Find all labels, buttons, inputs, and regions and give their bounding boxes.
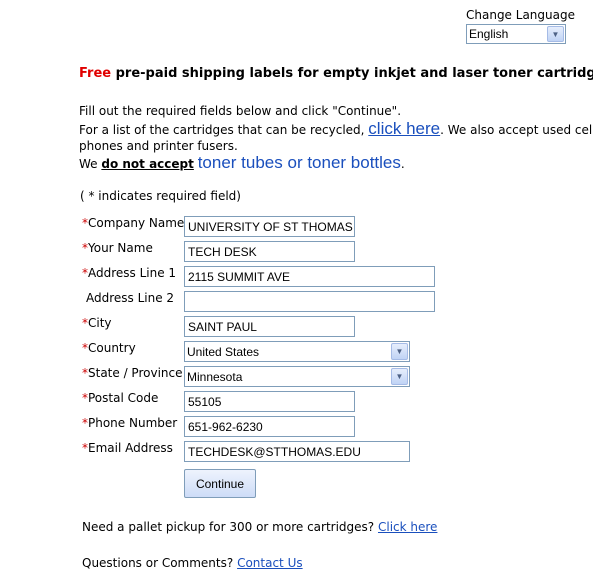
not-accepted-line: We do not accept toner tubes or toner bo… [79, 153, 405, 173]
chevron-down-icon[interactable]: ▼ [547, 26, 564, 42]
cartridge-list-link[interactable]: click here [368, 119, 440, 138]
country-select[interactable]: United States ▼ [184, 341, 410, 362]
chevron-down-icon[interactable]: ▼ [391, 343, 408, 360]
cartridge-list-post: . We also accept used cell [440, 123, 593, 137]
contact-us-link[interactable]: Contact Us [237, 556, 303, 570]
address-line-1-label: *Address Line 1 [82, 266, 177, 280]
pallet-pickup-line: Need a pallet pickup for 300 or more car… [82, 520, 437, 534]
postal-code-input[interactable]: 55105 [184, 391, 355, 412]
your-name-label: *Your Name [82, 241, 153, 255]
pallet-pickup-text: Need a pallet pickup for 300 or more car… [82, 520, 378, 534]
instructions-line: Fill out the required fields below and c… [79, 104, 402, 118]
questions-text: Questions or Comments? [82, 556, 238, 570]
headline-text: pre-paid shipping labels for empty inkje… [111, 66, 593, 81]
page-headline: Free pre-paid shipping labels for empty … [79, 66, 593, 81]
not-accepted-post: . [400, 157, 405, 171]
continue-button[interactable]: Continue [184, 469, 256, 498]
country-selected-value: United States [187, 344, 260, 359]
pallet-pickup-link[interactable]: Click here [378, 520, 437, 534]
state-province-select[interactable]: Minnesota ▼ [184, 366, 410, 387]
email-address-input[interactable]: TECHDESK@STTHOMAS.EDU [184, 441, 410, 462]
free-label: Free [79, 66, 112, 81]
city-label: *City [82, 316, 112, 330]
address-line-2-label: Address Line 2 [86, 291, 175, 305]
address-line-2-input[interactable] [184, 291, 435, 312]
phone-number-input[interactable]: 651-962-6230 [184, 416, 355, 437]
address-line-1-input[interactable]: 2115 SUMMIT AVE [184, 266, 435, 287]
language-select[interactable]: English ▼ [466, 24, 566, 44]
postal-code-label: *Postal Code [82, 391, 159, 405]
country-label: *Country [82, 341, 136, 355]
cartridge-list-text: For a list of the cartridges that can be… [79, 123, 369, 137]
questions-line: Questions or Comments? Contact Us [82, 556, 303, 570]
not-accepted-pre: We [79, 157, 102, 171]
email-address-label: *Email Address [82, 441, 173, 455]
state-selected-value: Minnesota [187, 369, 243, 384]
not-accepted-bold: do not accept [101, 157, 194, 171]
company-name-label: *Company Name [82, 216, 185, 230]
state-province-label: *State / Province [82, 366, 183, 380]
your-name-input[interactable]: TECH DESK [184, 241, 355, 262]
phone-number-label: *Phone Number [82, 416, 178, 430]
required-field-note: ( * indicates required field) [80, 189, 241, 203]
change-language-label: Change Language [466, 8, 575, 22]
company-name-input[interactable]: UNIVERSITY OF ST THOMAS [184, 216, 355, 237]
cartridge-list-line: For a list of the cartridges that can be… [79, 119, 593, 139]
fusers-line: phones and printer fusers. [79, 139, 238, 153]
city-input[interactable]: SAINT PAUL [184, 316, 355, 337]
toner-tubes-link[interactable]: toner tubes or toner bottles [198, 153, 401, 172]
chevron-down-icon[interactable]: ▼ [391, 368, 408, 385]
language-selected-value: English [469, 27, 509, 41]
